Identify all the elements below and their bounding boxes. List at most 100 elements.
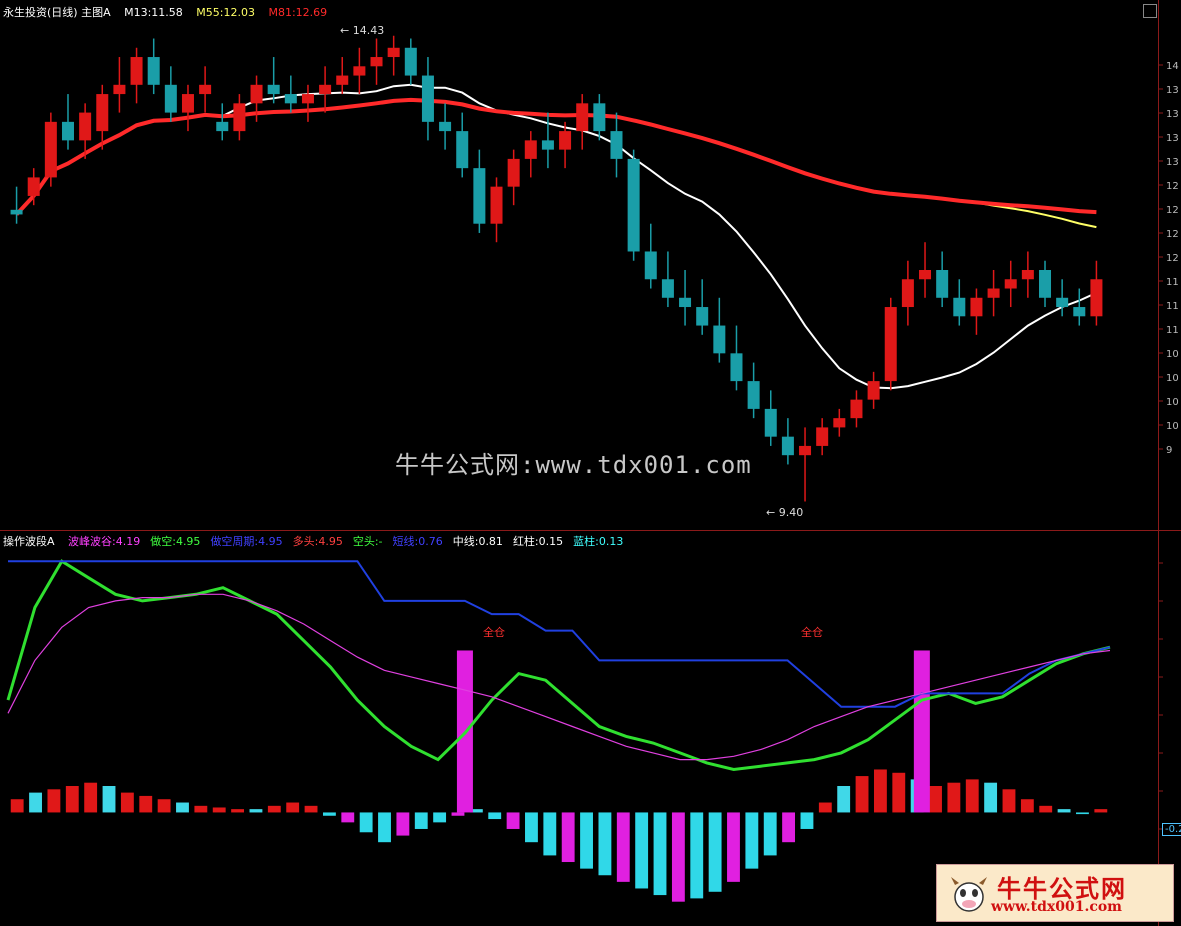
histogram-bar [433, 812, 447, 823]
high-price-value: 14.43 [352, 24, 385, 37]
indicator-line-0 [6, 559, 1111, 772]
indicator-readout-2: 做空周期:4.95 [210, 535, 283, 548]
candle-body [284, 94, 297, 104]
candle-body [850, 399, 863, 419]
histogram-bar [84, 782, 98, 813]
indicator-readout-3: 多头:4.95 [292, 535, 343, 548]
histogram-bar [506, 812, 520, 829]
histogram-bar [231, 809, 245, 813]
candle-body [661, 279, 674, 298]
candle-body [130, 57, 143, 85]
candle-body [336, 75, 349, 85]
m81-readout: M81:12.69 [268, 6, 328, 19]
indicator-line-2 [7, 593, 1111, 761]
candle-body [44, 121, 57, 178]
candle-body [747, 381, 760, 409]
candle-body [936, 270, 949, 298]
histogram-bar [947, 782, 961, 813]
histogram-bar [873, 769, 887, 813]
indicator-line-1 [8, 560, 1111, 708]
main-chart-title: 永生投资(日线) 主图A [3, 6, 111, 19]
histogram-bar [1076, 812, 1089, 815]
candle-body [61, 121, 74, 141]
candle-body [27, 177, 40, 196]
histogram-bar [763, 812, 777, 856]
candle-body [439, 121, 452, 132]
histogram-bar [286, 802, 300, 813]
full-position-bar-2 [913, 650, 930, 813]
indicator-readout-8: 蓝柱:0.13 [573, 535, 624, 548]
histogram-bar [29, 792, 42, 813]
histogram-bar [176, 802, 189, 813]
histogram-bar [139, 795, 153, 813]
histogram-bar [396, 812, 410, 836]
candle-body [250, 84, 263, 104]
candle-body [370, 57, 383, 67]
candle-body [301, 94, 314, 104]
histogram-bar [690, 812, 704, 899]
zero-value-label: -0.25 [1162, 823, 1181, 836]
histogram-bar [1020, 799, 1034, 813]
histogram-bar [120, 792, 134, 813]
indicator-title: 操作波段A [3, 535, 55, 548]
candle-body [1073, 307, 1086, 317]
right-axis-line [1158, 0, 1159, 926]
candle-body [730, 353, 743, 382]
site-logo: 牛牛公式网 www.tdx001.com [936, 864, 1174, 922]
histogram-bar [708, 812, 722, 892]
price-tick-label: 13 [1166, 157, 1179, 168]
candle-body [353, 66, 366, 76]
candle-body [833, 418, 846, 428]
histogram-bar [745, 812, 759, 869]
price-tick-label: 14 [1166, 61, 1179, 72]
candle-body [490, 186, 503, 224]
indicator-header: 操作波段A 波峰波谷:4.19 做空:4.95 做空周期:4.95 多头:4.95 空头… [3, 533, 643, 549]
candle-body [199, 84, 212, 95]
m13-readout: M13:11.58 [124, 6, 183, 19]
histogram-bar [800, 812, 814, 829]
histogram-bar [488, 812, 502, 820]
low-price-label: ← 9.40 [766, 506, 804, 519]
candle-body [473, 168, 486, 224]
candle-body [576, 103, 589, 132]
histogram-bar [616, 812, 630, 882]
price-tick-label: 11 [1166, 301, 1179, 312]
histogram-bar [378, 812, 391, 843]
candle-body [319, 84, 332, 95]
histogram-bar [818, 802, 832, 813]
candle-body [884, 307, 897, 382]
histogram-bar [359, 812, 373, 833]
histogram-bar [65, 786, 79, 813]
full-position-label-1: 全仓 [483, 626, 505, 639]
candle-body [901, 279, 914, 308]
maximize-button[interactable] [1143, 4, 1157, 18]
price-tick-label: 11 [1166, 325, 1179, 336]
candle-body [164, 84, 177, 113]
histogram-bar [580, 812, 593, 869]
histogram-bar [543, 812, 557, 856]
m55-readout: M55:12.03 [196, 6, 255, 19]
histogram-bar [47, 789, 61, 813]
histogram-bar [212, 807, 226, 813]
candle-body [593, 103, 606, 132]
histogram-bar [1039, 805, 1053, 813]
histogram-bar [304, 805, 318, 813]
candle-body [1021, 270, 1034, 280]
histogram-bar [782, 812, 796, 843]
histogram-bar [194, 805, 208, 813]
low-price-value: 9.40 [778, 506, 804, 519]
candle-body [147, 57, 160, 85]
candle-body [781, 436, 794, 456]
candle-body [799, 445, 812, 456]
price-tick-label: 13 [1166, 133, 1179, 144]
histogram-bar [1057, 809, 1071, 813]
candle-body [713, 325, 726, 354]
candle-body [541, 140, 554, 150]
histogram-bar [102, 786, 116, 813]
candle-body [113, 84, 126, 95]
candle-body [181, 94, 194, 113]
candle-body [267, 84, 280, 95]
indicator-readout-4: 空头:- [352, 535, 383, 548]
histogram-bar [525, 812, 538, 843]
candle-body [816, 427, 829, 446]
